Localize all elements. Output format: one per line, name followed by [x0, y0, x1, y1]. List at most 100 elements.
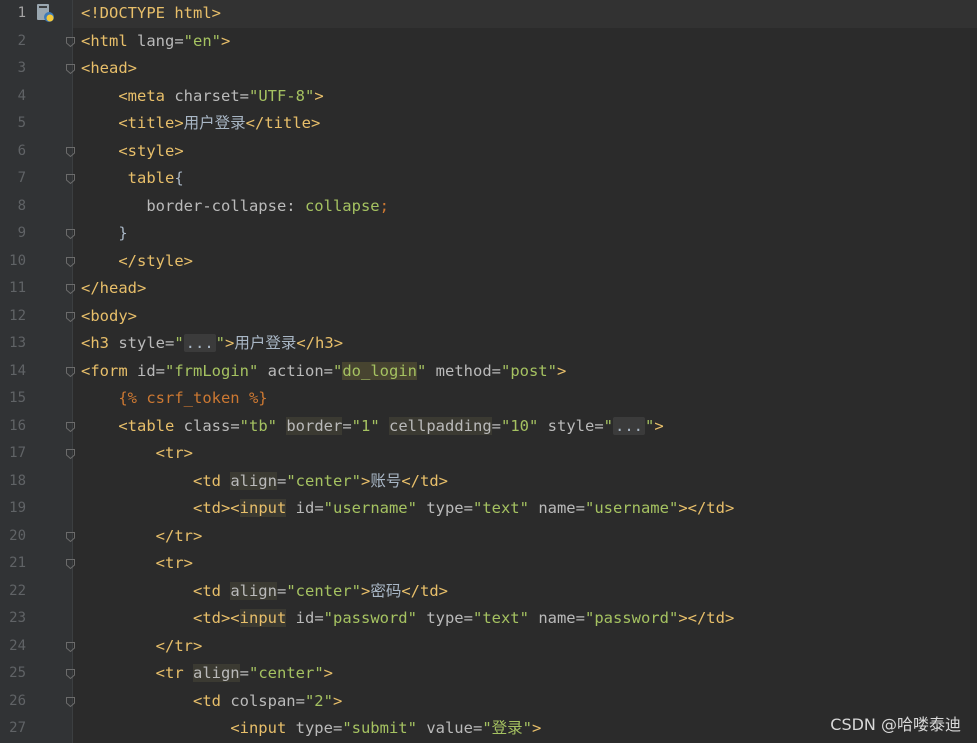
fold-marker-icon[interactable] — [66, 669, 75, 679]
code-text[interactable]: table{ — [81, 165, 184, 193]
line-number: 20 — [9, 527, 26, 544]
line-number: 27 — [9, 720, 26, 736]
code-text[interactable]: <meta charset="UTF-8"> — [81, 83, 323, 111]
fold-marker-icon[interactable] — [66, 696, 75, 707]
code-text[interactable]: <td><input id="password" type="text" nam… — [81, 605, 734, 633]
code-text[interactable]: <style> — [81, 138, 184, 166]
code-text[interactable]: <tr> — [81, 550, 193, 578]
fold-marker-icon[interactable] — [66, 449, 75, 459]
fold-marker-icon[interactable] — [66, 174, 75, 184]
fold-marker-icon[interactable] — [66, 641, 75, 652]
code-token: type= — [426, 499, 473, 517]
fold-marker-icon[interactable] — [66, 64, 75, 74]
code-text[interactable]: <td colspan="2"> — [81, 688, 342, 716]
code-line[interactable]: 12 <body> — [0, 303, 977, 331]
code-text[interactable]: </head> — [81, 275, 146, 303]
code-line[interactable]: 23 <td><input id="password" type="text" … — [0, 605, 977, 633]
code-text[interactable]: <h3 style="... ">用户登录</h3> — [81, 330, 343, 358]
code-token: id= — [286, 609, 324, 627]
code-line[interactable]: 21 <tr> — [0, 550, 977, 578]
code-text[interactable]: </style> — [81, 248, 193, 276]
folded-region[interactable]: ... — [613, 416, 646, 435]
code-text[interactable]: border-collapse: collapse; — [81, 193, 389, 221]
code-editor[interactable]: 1 <!DOCTYPE html> 2 <html lang="en"> 3 <head>… — [0, 0, 977, 743]
code-line[interactable]: 2 <html lang="en"> — [0, 28, 977, 56]
code-line[interactable]: 19 <td><input id="username" type="text" … — [0, 495, 977, 523]
code-line[interactable]: 15 {% csrf_token %} — [0, 385, 977, 413]
code-token: <!DOCTYPE html> — [81, 4, 221, 22]
line-number: 6 — [17, 142, 26, 159]
fold-marker-icon[interactable] — [66, 421, 75, 432]
line-number: 11 — [9, 280, 26, 296]
code-token: <tr — [155, 664, 193, 682]
fold-marker-icon[interactable] — [66, 531, 75, 542]
fold-marker-icon[interactable] — [66, 36, 75, 47]
code-token: > — [360, 581, 371, 600]
code-line[interactable]: 7 table{ — [0, 165, 977, 193]
code-line[interactable]: 13 <h3 style="... ">用户登录</h3> — [0, 330, 977, 358]
highlighted-attr: border — [286, 416, 343, 435]
fold-marker-icon[interactable] — [66, 229, 75, 239]
fold-marker-icon[interactable] — [66, 366, 75, 377]
code-token: type= — [426, 609, 473, 627]
code-text[interactable]: <tr align="center"> — [81, 660, 333, 688]
code-line[interactable]: 22 <td align="center">密码</td> — [0, 578, 977, 606]
fold-marker-icon[interactable] — [66, 256, 75, 267]
code-line[interactable]: 4 <meta charset="UTF-8"> — [0, 83, 977, 111]
code-token: "text" — [472, 609, 539, 627]
code-text[interactable]: <form id="frmLogin" action="do_login" me… — [81, 358, 566, 386]
fold-marker-icon[interactable] — [66, 559, 75, 569]
code-token: } — [81, 224, 128, 242]
code-line[interactable]: 8 border-collapse: collapse; — [0, 193, 977, 221]
code-token: = — [239, 664, 249, 682]
code-text[interactable]: {% csrf_token %} — [81, 385, 267, 413]
code-token: </tr> — [155, 526, 203, 545]
code-token: "password" — [323, 609, 427, 627]
code-token: table — [127, 169, 175, 187]
code-line[interactable]: 11 </head> — [0, 275, 977, 303]
highlighted-value: do_login — [342, 361, 417, 380]
code-text[interactable]: } — [81, 220, 128, 248]
fold-marker-icon[interactable] — [66, 146, 75, 157]
code-token: class= — [183, 416, 240, 435]
line-number: 7 — [17, 170, 26, 186]
code-line[interactable]: 14 <form id="frmLogin" action="do_login" … — [0, 358, 977, 386]
code-line[interactable]: 16 <table class="tb" border="1" cellpadd… — [0, 413, 977, 441]
code-token: <td>< — [192, 499, 240, 517]
code-line[interactable]: 25 <tr align="center"> — [0, 660, 977, 688]
code-text[interactable]: <head> — [81, 55, 137, 83]
code-text[interactable]: <td><input id="username" type="text" nam… — [81, 495, 734, 523]
code-text[interactable]: <!DOCTYPE html> — [81, 0, 221, 28]
line-number: 19 — [9, 500, 26, 516]
line-number: 26 — [9, 692, 26, 709]
code-text[interactable]: </tr> — [81, 523, 203, 551]
code-line[interactable]: 5 <title>用户登录</title> — [0, 110, 977, 138]
code-line[interactable]: 3 <head> — [0, 55, 977, 83]
code-text[interactable]: <tr> — [81, 440, 193, 468]
fold-marker-icon[interactable] — [66, 284, 75, 294]
code-token: "登录" — [482, 719, 532, 737]
code-text[interactable]: <td align="center">密码</td> — [81, 578, 448, 606]
code-text[interactable]: <title>用户登录</title> — [81, 110, 320, 138]
code-token: </h3> — [296, 334, 344, 352]
code-text[interactable]: <input type="submit" value="登录"> — [81, 715, 541, 743]
code-text[interactable]: </tr> — [81, 633, 203, 661]
code-line[interactable]: 6 <style> — [0, 138, 977, 166]
code-line[interactable]: 9 } — [0, 220, 977, 248]
code-line[interactable]: 20 </tr> — [0, 523, 977, 551]
code-token: <style> — [118, 141, 184, 160]
code-token: </td> — [401, 471, 449, 490]
fold-marker-icon[interactable] — [66, 311, 75, 322]
code-line[interactable]: 24 </tr> — [0, 633, 977, 661]
code-text[interactable]: <body> — [81, 303, 137, 331]
code-line[interactable]: 10 </style> — [0, 248, 977, 276]
folded-region[interactable]: ... — [183, 334, 216, 352]
code-text[interactable]: <html lang="en"> — [81, 28, 230, 56]
code-token: <h3 — [81, 334, 119, 352]
code-text[interactable]: <td align="center">账号</td> — [81, 468, 448, 496]
code-line[interactable]: 18 <td align="center">账号</td> — [0, 468, 977, 496]
code-line[interactable]: 1 <!DOCTYPE html> — [0, 0, 977, 28]
code-text[interactable]: <table class="tb" border="1" cellpadding… — [81, 413, 664, 441]
code-line[interactable]: 17 <tr> — [0, 440, 977, 468]
